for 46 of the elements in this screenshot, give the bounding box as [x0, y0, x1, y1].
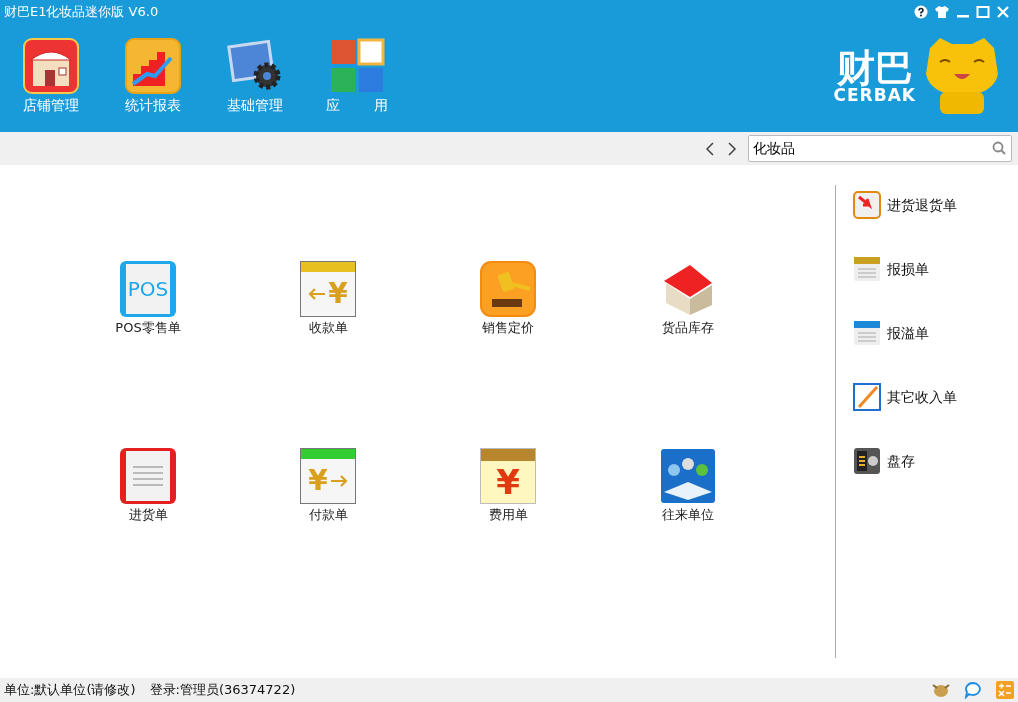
shortcut-button[interactable]: ¥ 费用单	[418, 448, 598, 521]
storefront-icon	[23, 38, 79, 94]
side-menu-item[interactable]: 进货退货单	[853, 191, 1018, 219]
help-icon[interactable]	[914, 5, 928, 19]
calendar-header	[301, 449, 355, 459]
shortcut-button[interactable]: 往来单位	[598, 448, 778, 521]
close-icon[interactable]	[996, 5, 1010, 19]
tiles-icon	[329, 38, 385, 94]
shortcut-button[interactable]: 货品库存	[598, 261, 778, 334]
arrow-left-icon	[308, 288, 327, 300]
logo-subtitle: CERBAK	[833, 86, 916, 104]
maximize-icon[interactable]	[976, 5, 990, 19]
arrow-right-icon	[329, 475, 348, 487]
notepad-icon	[853, 255, 881, 283]
side-menu-item[interactable]: 报损单	[853, 255, 1018, 283]
yen-arrow-left-icon: ¥	[300, 261, 356, 317]
shortcut-button[interactable]: 销售定价	[418, 261, 598, 334]
window-title: 财巴E1化妆品迷你版 V6.0	[4, 3, 159, 22]
side-menu-item[interactable]: 报溢单	[853, 319, 1018, 347]
bar-chart-icon	[125, 38, 181, 94]
notepad-icon	[853, 319, 881, 347]
search-field[interactable]: 化妆品	[748, 135, 1012, 162]
yen-arrow-right-icon: ¥	[300, 448, 356, 504]
safe-icon	[853, 447, 881, 475]
document-icon	[120, 448, 176, 504]
chat-bubble-icon[interactable]	[964, 681, 982, 699]
cow-icon[interactable]	[932, 682, 950, 698]
shortcut-button[interactable]: ¥ 付款单	[238, 448, 418, 521]
gavel-icon	[480, 261, 536, 317]
login-label: 登录:管理员(36374722)	[149, 681, 296, 700]
people-meeting-icon	[660, 448, 716, 504]
pos-document-icon: POS	[120, 261, 176, 317]
calculator-icon[interactable]	[996, 681, 1014, 699]
pencil-note-icon	[853, 383, 881, 411]
yen-ledger-icon: ¥	[480, 448, 536, 504]
unit-label: 单位:默认单位(请修改)	[4, 681, 136, 700]
ledger-header	[481, 449, 535, 461]
side-menu-item[interactable]: 盘存	[853, 447, 1018, 475]
calendar-header	[301, 262, 355, 272]
side-menu-item[interactable]: 其它收入单	[853, 383, 1018, 411]
logo-wordmark: 财巴	[836, 48, 913, 87]
shortcut-button[interactable]: ¥ 收款单	[238, 261, 418, 334]
shortcut-button[interactable]: 进货单	[58, 448, 238, 521]
shirt-icon[interactable]	[934, 5, 950, 19]
shortcut-button[interactable]: POS POS零售单	[58, 261, 238, 334]
search-icon[interactable]	[992, 141, 1006, 155]
